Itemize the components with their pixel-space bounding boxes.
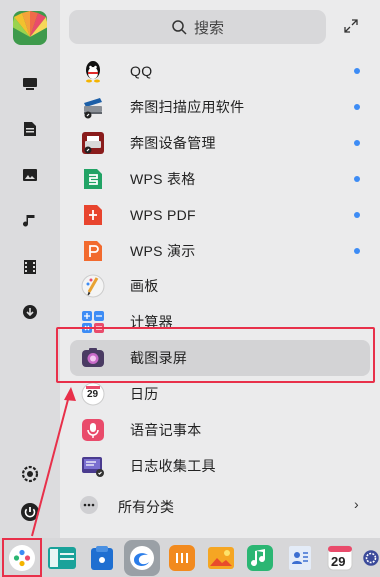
paint-icon xyxy=(81,274,105,298)
app-store-button[interactable] xyxy=(166,542,198,574)
more-icon xyxy=(80,496,98,514)
wps-pdf-icon xyxy=(81,203,105,227)
app-label: 奔图扫描应用软件 xyxy=(130,99,245,115)
app-label: WPS 表格 xyxy=(130,171,196,187)
app-item-wps-spreadsheet[interactable]: WPS 表格 xyxy=(70,161,370,197)
annotation-launcher-box xyxy=(2,538,42,577)
multitask-icon xyxy=(48,547,76,569)
new-app-indicator xyxy=(354,140,360,146)
app-item-pantum-device[interactable]: 奔图设备管理 xyxy=(70,125,370,161)
new-app-indicator xyxy=(354,212,360,218)
file-manager-button[interactable] xyxy=(86,542,118,574)
settings-dock-icon xyxy=(363,550,379,566)
log-collector-icon xyxy=(81,454,105,478)
search-input[interactable]: 搜索 xyxy=(69,10,326,44)
image-viewer-icon xyxy=(208,547,234,569)
new-app-indicator xyxy=(354,104,360,110)
browser-button[interactable] xyxy=(124,540,160,576)
file-manager-icon xyxy=(91,546,113,570)
wps-presentation-icon xyxy=(81,239,105,263)
downloads-icon[interactable] xyxy=(20,302,40,322)
app-label: 日历 xyxy=(130,386,159,402)
wps-spreadsheet-icon xyxy=(81,167,105,191)
settings-dock-button[interactable] xyxy=(362,542,380,574)
power-icon[interactable] xyxy=(20,502,40,522)
chevron-right-icon: › xyxy=(354,496,359,512)
app-label: WPS 演示 xyxy=(130,243,196,259)
app-label: 日志收集工具 xyxy=(130,458,216,474)
app-store-icon xyxy=(169,545,195,571)
contacts-button[interactable] xyxy=(284,542,316,574)
voice-note-icon xyxy=(81,418,105,442)
qq-icon xyxy=(81,59,105,83)
calendar-dock-button[interactable]: 29 xyxy=(324,542,356,574)
new-app-indicator xyxy=(354,248,360,254)
settings-icon[interactable] xyxy=(20,464,40,484)
contacts-icon xyxy=(289,546,311,570)
all-categories-label: 所有分类 xyxy=(118,499,174,515)
app-label: 语音记事本 xyxy=(130,422,202,438)
scanner-icon xyxy=(81,95,105,119)
app-item-paint[interactable]: 画板 xyxy=(70,268,370,304)
app-label: QQ xyxy=(130,63,153,79)
app-item-log-collector[interactable]: 日志收集工具 xyxy=(70,448,370,484)
calendar-day: 29 xyxy=(87,389,99,400)
app-label: WPS PDF xyxy=(130,207,196,223)
search-icon xyxy=(172,20,187,35)
calendar-dock-day: 29 xyxy=(331,554,346,569)
music-icon[interactable] xyxy=(20,211,40,231)
multitask-view-button[interactable] xyxy=(46,542,78,574)
image-viewer-button[interactable] xyxy=(205,542,237,574)
all-categories-button[interactable]: 所有分类 › xyxy=(70,487,370,523)
browser-icon xyxy=(130,546,154,570)
fullscreen-toggle-icon[interactable] xyxy=(343,18,359,34)
left-rail xyxy=(0,0,60,538)
app-item-wps-presentation[interactable]: WPS 演示 xyxy=(70,233,370,269)
app-label: 奔图设备管理 xyxy=(130,135,216,151)
app-item-qq[interactable]: QQ xyxy=(70,53,370,89)
new-app-indicator xyxy=(354,176,360,182)
search-placeholder: 搜索 xyxy=(193,19,224,37)
app-item-voice-note[interactable]: 语音记事本 xyxy=(70,412,370,448)
music-player-icon xyxy=(247,545,273,571)
annotation-highlight-box xyxy=(56,327,375,383)
new-app-indicator xyxy=(354,68,360,74)
avatar[interactable] xyxy=(13,11,47,45)
pictures-icon[interactable] xyxy=(20,165,40,185)
app-label: 画板 xyxy=(130,278,159,294)
computer-icon[interactable] xyxy=(20,74,40,94)
calendar-icon: 29 xyxy=(81,382,105,406)
music-player-button[interactable] xyxy=(244,542,276,574)
app-item-wps-pdf[interactable]: WPS PDF xyxy=(70,197,370,233)
documents-icon[interactable] xyxy=(20,119,40,139)
printer-icon xyxy=(81,131,105,155)
videos-icon[interactable] xyxy=(20,257,40,277)
app-item-pantum-scan[interactable]: 奔图扫描应用软件 xyxy=(70,89,370,125)
